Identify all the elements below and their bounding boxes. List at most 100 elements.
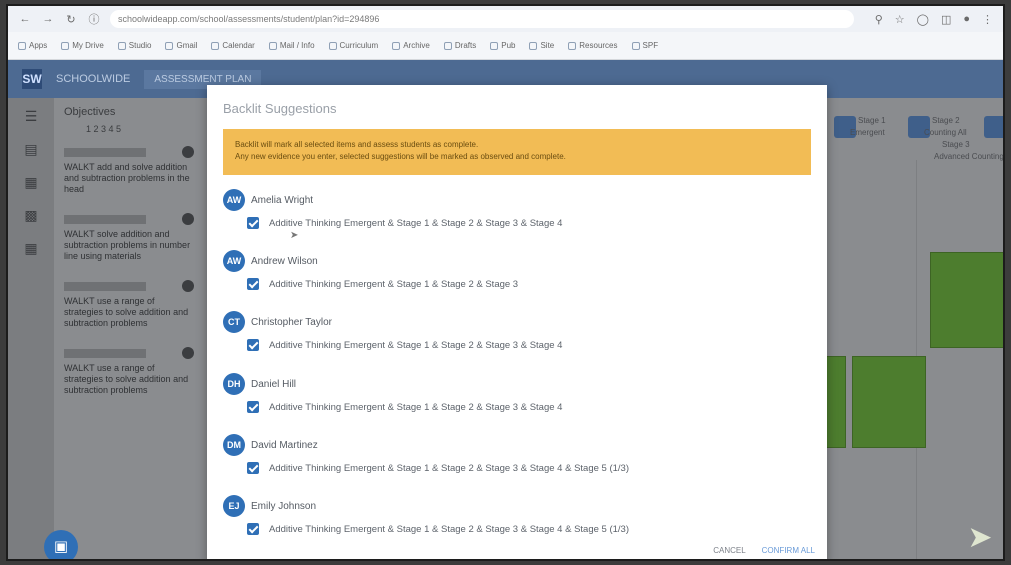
bookmark-icon	[117, 41, 126, 50]
info-icon[interactable]	[182, 347, 194, 359]
bookmark-item[interactable]: Calendar	[211, 41, 255, 50]
stage-chip-label: Stage 3	[942, 140, 970, 149]
completed-cell[interactable]	[824, 356, 846, 448]
dialog-title: Backlit Suggestions	[223, 101, 337, 116]
suggestion-text: Additive Thinking Emergent & Stage 1 & S…	[269, 462, 629, 474]
objective-text: WALKT add and solve addition and subtrac…	[64, 162, 190, 194]
bookmark-icon	[568, 41, 577, 50]
objectives-title: Objectives	[64, 106, 116, 118]
objective-bar	[64, 281, 146, 291]
stage-chip-label: Stage 2	[932, 116, 960, 125]
suggestion-checkbox[interactable]	[247, 401, 259, 413]
bookmark-item[interactable]: SPF	[631, 41, 658, 50]
objective-card[interactable]: WALKT use a range of strategies to solve…	[64, 347, 194, 396]
suggestion-checkbox[interactable]	[247, 278, 259, 290]
suggestion-text: Additive Thinking Emergent & Stage 1 & S…	[269, 339, 563, 351]
suggestion-checkbox[interactable]	[247, 217, 259, 229]
student-entry: EJ Emily Johnson Additive Thinking Emerg…	[223, 495, 629, 535]
completed-cell[interactable]	[930, 252, 1003, 348]
objective-card[interactable]: WALKT use a range of strategies to solve…	[64, 280, 194, 329]
left-rail: ☰ ▤ ▦ ▩ ▦	[8, 98, 54, 559]
bookmark-icon	[631, 41, 640, 50]
bookmark-item[interactable]: Site	[529, 41, 554, 50]
stage-chip-sub: Emergent	[850, 128, 885, 137]
menu-icon[interactable]: ⋮	[982, 13, 993, 26]
student-name: David Martinez	[251, 439, 318, 451]
student-name: Andrew Wilson	[251, 255, 318, 267]
bookmark-item[interactable]: Gmail	[165, 41, 197, 50]
student-entry: DM David Martinez Additive Thinking Emer…	[223, 434, 629, 474]
objective-card[interactable]: WALKT add and solve addition and subtrac…	[64, 146, 194, 195]
app-logo[interactable]: SW	[22, 69, 42, 89]
bookmark-icon	[211, 41, 220, 50]
star-icon[interactable]: ☆	[895, 13, 905, 26]
stage-chip[interactable]	[984, 116, 1003, 138]
bookmark-item[interactable]: My Drive	[61, 41, 104, 50]
stage-chip-label: Stage 1	[858, 116, 886, 125]
suggestion-checkbox[interactable]	[247, 523, 259, 535]
student-name: Christopher Taylor	[251, 316, 332, 328]
student-avatar: DH	[223, 373, 245, 395]
calendar-icon[interactable]: ▦	[24, 174, 37, 191]
profile-icon[interactable]: ●	[963, 13, 970, 26]
bookmark-icon	[328, 41, 337, 50]
bookmark-item[interactable]: Apps	[18, 41, 47, 50]
bookmark-icon	[392, 41, 401, 50]
clipboard-icon[interactable]: ▩	[24, 207, 37, 224]
book-icon[interactable]: ▤	[24, 141, 37, 158]
mouse-cursor-icon: ➤	[290, 230, 299, 241]
browser-toolbar: ← → ↻ ⓘ schoolwideapp.com/school/assessm…	[8, 6, 1003, 32]
alert-line-2: Any new evidence you enter, selected sug…	[235, 152, 566, 161]
suggestion-checkbox[interactable]	[247, 339, 259, 351]
suggestion-text: Additive Thinking Emergent & Stage 1 & S…	[269, 523, 629, 535]
objective-text: WALKT use a range of strategies to solve…	[64, 296, 189, 328]
browser-actions: ⚲ ☆ ◯ ◫ ● ⋮	[875, 13, 993, 26]
menu-icon[interactable]: ☰	[25, 108, 38, 125]
student-name: Daniel Hill	[251, 378, 297, 390]
bookmark-item[interactable]: Studio	[117, 41, 151, 50]
objectives-panel: Objectives 1 2 3 4 5 WALKT add and solve…	[54, 98, 204, 559]
bookmark-item[interactable]: Resources	[568, 41, 618, 50]
bookmark-icon	[529, 41, 538, 50]
extensions-icon[interactable]: ◯	[917, 13, 929, 26]
chat-icon[interactable]: ▣	[44, 530, 78, 559]
warning-alert: Backlit will mark all selected items and…	[223, 129, 811, 175]
url-text: schoolwideapp.com/school/assessments/stu…	[118, 14, 380, 24]
student-avatar: DM	[223, 434, 245, 456]
suggestion-text: Additive Thinking Emergent & Stage 1 & S…	[269, 278, 519, 290]
address-bar[interactable]: schoolwideapp.com/school/assessments/stu…	[110, 10, 854, 28]
bookmark-item[interactable]: Mail / Info	[268, 41, 315, 50]
student-avatar: AW	[223, 250, 245, 272]
confirm-all-button[interactable]: CONFIRM ALL	[762, 546, 815, 555]
student-entry: AW Amelia Wright Additive Thinking Emerg…	[223, 189, 562, 229]
suggestion-checkbox[interactable]	[247, 462, 259, 474]
info-icon[interactable]	[182, 213, 194, 225]
objective-bar	[64, 214, 146, 224]
bookmark-item[interactable]: Drafts	[443, 41, 476, 50]
suggestion-text: Additive Thinking Emergent & Stage 1 & S…	[269, 217, 563, 229]
completed-cell[interactable]	[852, 356, 926, 448]
info-icon[interactable]	[182, 146, 194, 158]
bookmark-item[interactable]: Archive	[392, 41, 430, 50]
bookmark-icon	[165, 41, 174, 50]
objective-text: WALKT use a range of strategies to solve…	[64, 363, 189, 395]
sidebar-icon[interactable]: ◫	[941, 13, 951, 26]
bookmark-item[interactable]: Pub	[490, 41, 515, 50]
refresh-icon[interactable]: ↻	[64, 13, 78, 26]
site-info-icon[interactable]: ⓘ	[87, 11, 101, 27]
info-icon[interactable]	[182, 280, 194, 292]
bookmark-icon	[490, 41, 499, 50]
zoom-icon[interactable]: ⚲	[875, 13, 883, 26]
forward-icon[interactable]: →	[41, 13, 55, 25]
bookmark-icon	[61, 41, 70, 50]
stage-chip-sub: Counting All	[924, 128, 967, 137]
cancel-button[interactable]: CANCEL	[713, 546, 745, 555]
stage-chip-sub: Advanced Counting	[934, 152, 1004, 161]
bookmark-icon	[443, 41, 452, 50]
objective-card[interactable]: WALKT solve addition and subtraction pro…	[64, 213, 194, 262]
bookmark-item[interactable]: Curriculum	[328, 41, 378, 50]
suggestions-dialog: Backlit Suggestions Backlit will mark al…	[207, 85, 827, 559]
back-icon[interactable]: ←	[18, 13, 32, 25]
suggestion-text: Additive Thinking Emergent & Stage 1 & S…	[269, 401, 563, 413]
grid-icon[interactable]: ▦	[24, 240, 37, 257]
